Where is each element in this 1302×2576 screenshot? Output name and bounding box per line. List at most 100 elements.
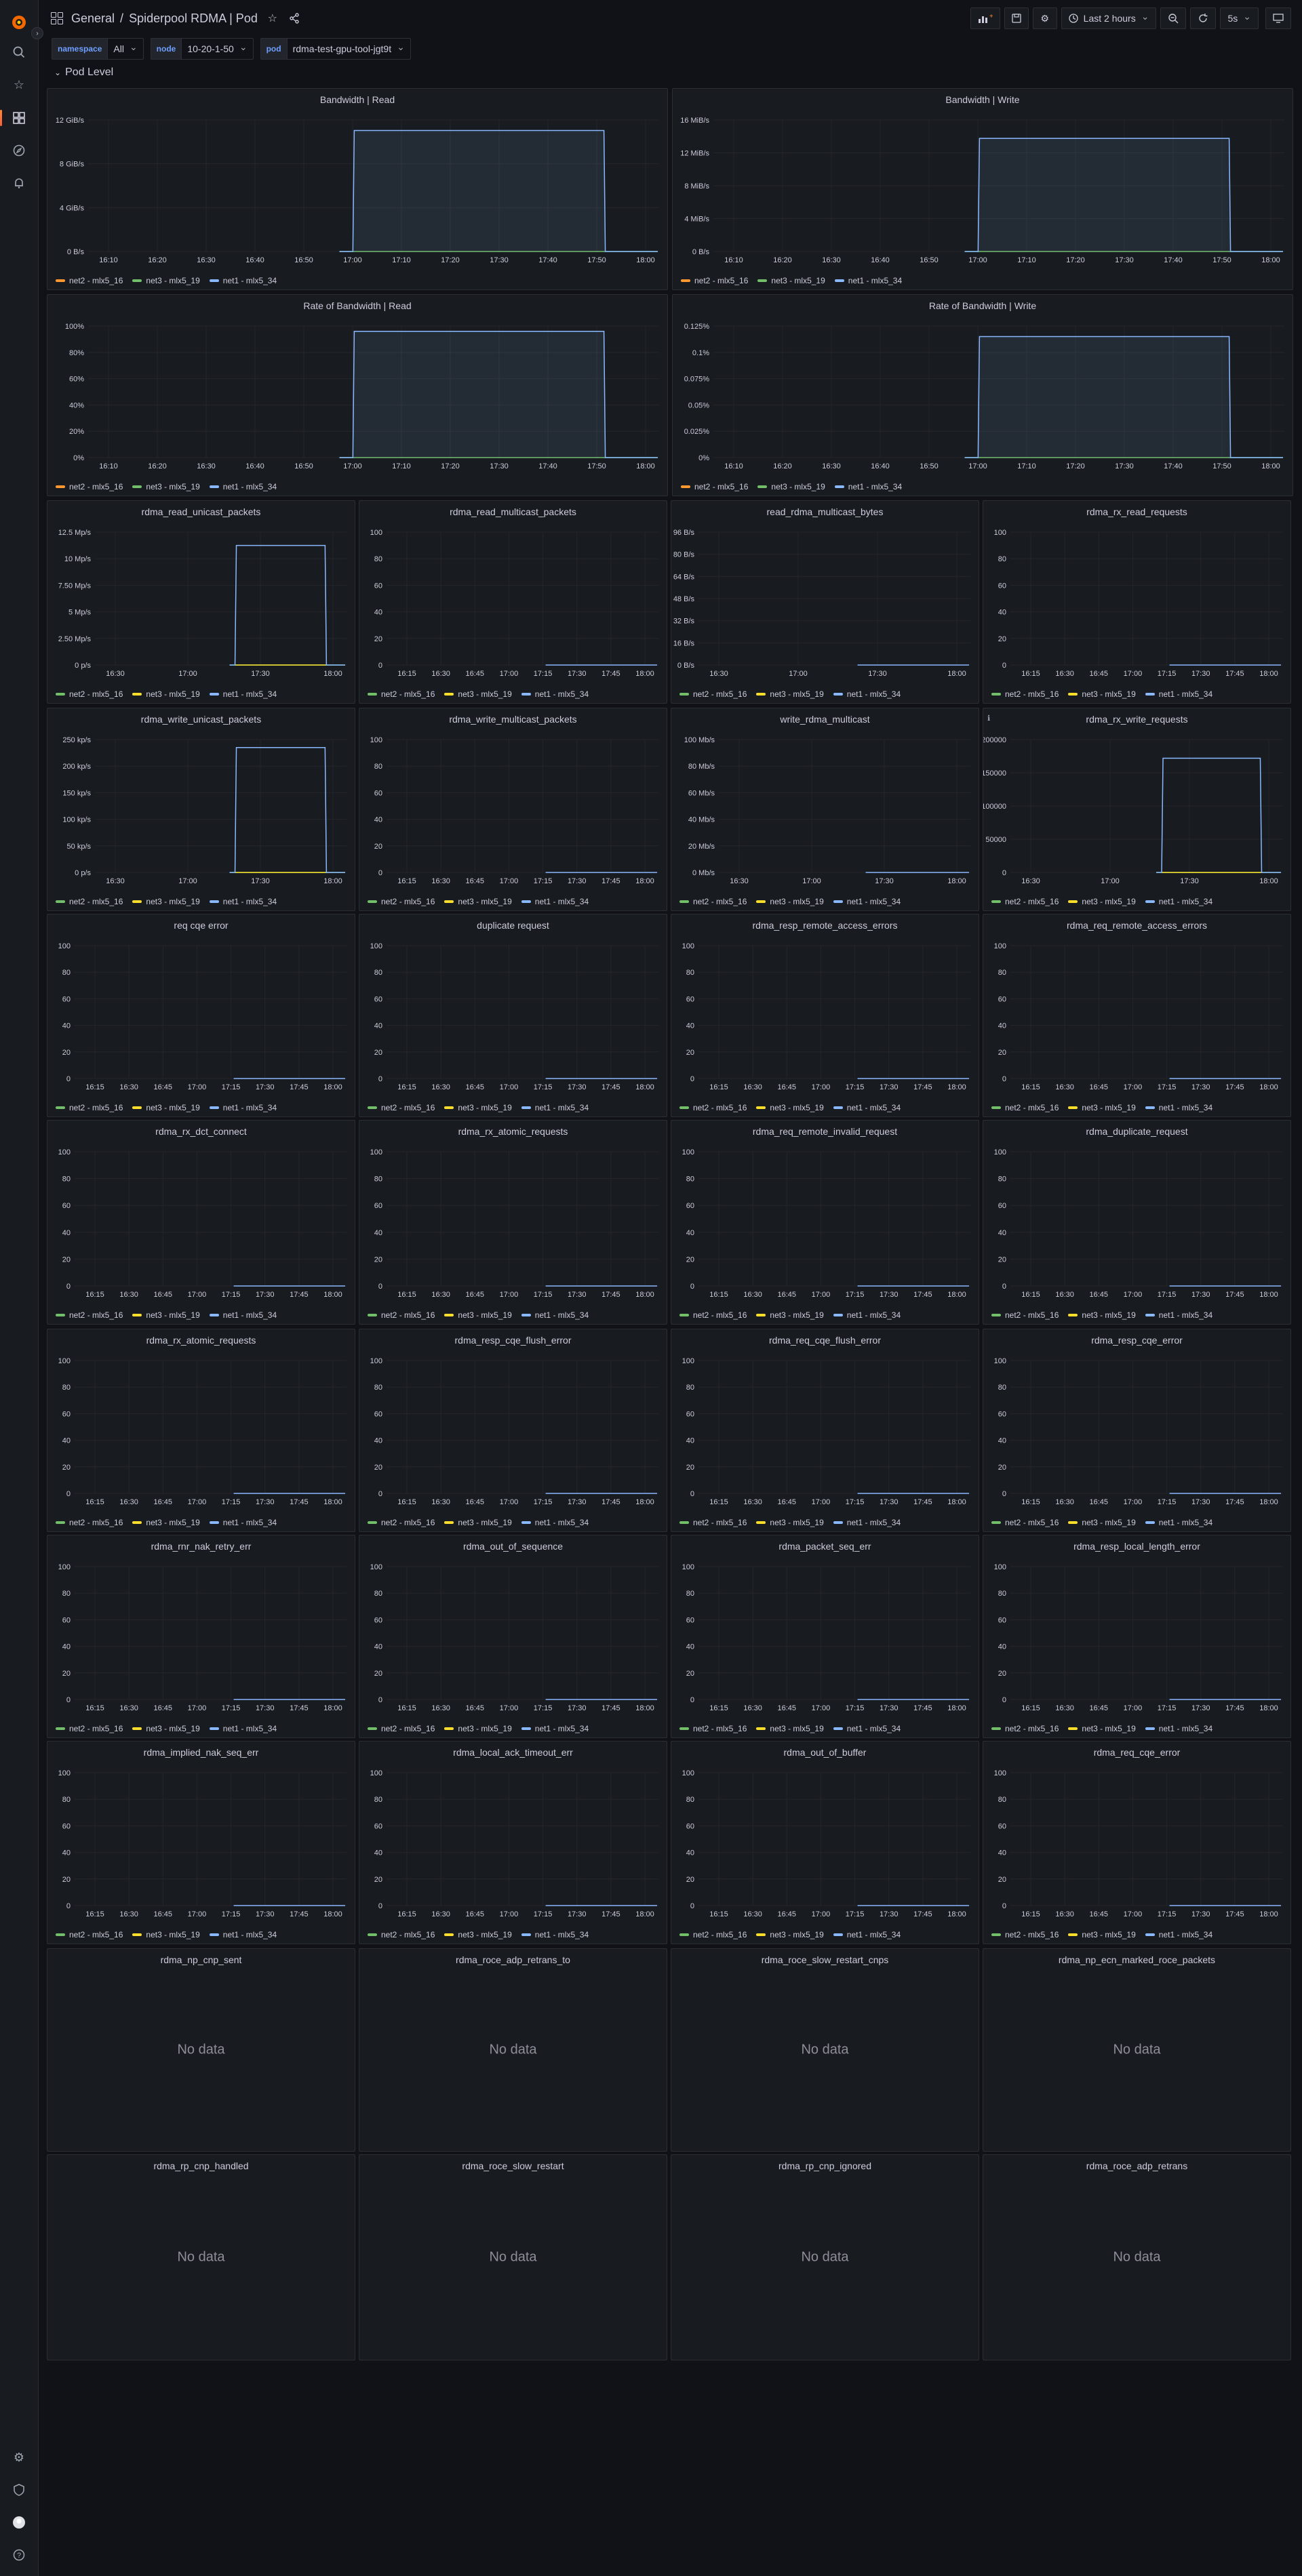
panel-title[interactable]: rdma_roce_adp_retrans_to bbox=[359, 1949, 667, 1971]
panel-39[interactable]: rdma_roce_adp_retrans No data bbox=[983, 2154, 1291, 2360]
legend-item[interactable]: net3 - mlx5_19 bbox=[1068, 1724, 1136, 1733]
legend-item[interactable]: net2 - mlx5_16 bbox=[991, 1724, 1059, 1733]
node-select[interactable]: 10-20-1-50 bbox=[182, 38, 254, 60]
legend-item[interactable]: net2 - mlx5_16 bbox=[681, 276, 748, 285]
panel-27[interactable]: rdma_resp_local_length_error 100 80 60 40 20 0… bbox=[983, 1535, 1291, 1738]
panel-24[interactable]: rdma_rnr_nak_retry_err 100 80 60 40 20 0 16:15 1… bbox=[47, 1535, 355, 1738]
legend-item[interactable]: net3 - mlx5_19 bbox=[756, 897, 824, 906]
panel-11[interactable]: rdma_rx_write_requests ℹ 200000 150000 10000… bbox=[983, 708, 1291, 911]
legend-item[interactable]: net2 - mlx5_16 bbox=[991, 689, 1059, 699]
legend-item[interactable]: net2 - mlx5_16 bbox=[679, 1103, 747, 1112]
save-dashboard-button[interactable] bbox=[1004, 7, 1029, 29]
legend-item[interactable]: net2 - mlx5_16 bbox=[56, 482, 123, 491]
legend-item[interactable]: net1 - mlx5_34 bbox=[833, 1103, 901, 1112]
legend-item[interactable]: net3 - mlx5_19 bbox=[132, 689, 200, 699]
legend-item[interactable]: net1 - mlx5_34 bbox=[209, 1930, 277, 1939]
legend-item[interactable]: net1 - mlx5_34 bbox=[521, 1930, 589, 1939]
legend-item[interactable]: net3 - mlx5_19 bbox=[444, 1103, 512, 1112]
legend-item[interactable]: net3 - mlx5_19 bbox=[1068, 1310, 1136, 1320]
legend-item[interactable]: net1 - mlx5_34 bbox=[209, 1724, 277, 1733]
server-admin-shield-icon[interactable] bbox=[12, 2482, 26, 2497]
legend-item[interactable]: net1 - mlx5_34 bbox=[1145, 897, 1212, 906]
panel-5[interactable]: rdma_read_multicast_packets 100 80 60 40 20 0 1… bbox=[359, 500, 667, 704]
legend-item[interactable]: net2 - mlx5_16 bbox=[368, 689, 435, 699]
legend-item[interactable]: net3 - mlx5_19 bbox=[132, 1724, 200, 1733]
legend-item[interactable]: net2 - mlx5_16 bbox=[56, 276, 123, 285]
panel-title[interactable]: rdma_roce_slow_restart bbox=[359, 2155, 667, 2177]
legend-item[interactable]: net3 - mlx5_19 bbox=[1068, 689, 1136, 699]
legend-item[interactable]: net3 - mlx5_19 bbox=[756, 1310, 824, 1320]
cycle-view-mode-button[interactable] bbox=[1265, 7, 1291, 29]
panel-17[interactable]: rdma_rx_atomic_requests 100 80 60 40 20 0 16:15… bbox=[359, 1120, 667, 1325]
panel-19[interactable]: rdma_duplicate_request 100 80 60 40 20 0 16:15 1… bbox=[983, 1120, 1291, 1325]
legend-item[interactable]: net2 - mlx5_16 bbox=[991, 1310, 1059, 1320]
legend-item[interactable]: net3 - mlx5_19 bbox=[132, 1103, 200, 1112]
panel-34[interactable]: rdma_roce_slow_restart_cnps No data bbox=[671, 1948, 979, 2152]
legend-item[interactable]: net1 - mlx5_34 bbox=[521, 897, 589, 906]
panel-14[interactable]: rdma_resp_remote_access_errors 100 80 60 40 2… bbox=[671, 914, 979, 1117]
panel-title[interactable]: rdma_roce_slow_restart_cnps bbox=[671, 1949, 979, 1971]
legend-item[interactable]: net3 - mlx5_19 bbox=[1068, 897, 1136, 906]
legend-item[interactable]: net3 - mlx5_19 bbox=[444, 897, 512, 906]
panel-16[interactable]: rdma_rx_dct_connect 100 80 60 40 20 0 16:15 16:3… bbox=[47, 1120, 355, 1325]
share-icon[interactable] bbox=[288, 12, 301, 25]
row-header[interactable]: ⌄ Pod Level bbox=[54, 66, 113, 79]
legend-item[interactable]: net3 - mlx5_19 bbox=[444, 1724, 512, 1733]
legend-item[interactable]: net1 - mlx5_34 bbox=[833, 1930, 901, 1939]
legend-item[interactable]: net2 - mlx5_16 bbox=[991, 897, 1059, 906]
legend-item[interactable]: net1 - mlx5_34 bbox=[209, 1310, 277, 1320]
legend-item[interactable]: net2 - mlx5_16 bbox=[679, 689, 747, 699]
panel-36[interactable]: rdma_rp_cnp_handled No data bbox=[47, 2154, 355, 2360]
legend-item[interactable]: net1 - mlx5_34 bbox=[209, 276, 277, 285]
legend-item[interactable]: net3 - mlx5_19 bbox=[132, 276, 200, 285]
panel-32[interactable]: rdma_np_cnp_sent No data bbox=[47, 1948, 355, 2152]
legend-item[interactable]: net2 - mlx5_16 bbox=[56, 1310, 123, 1320]
legend-item[interactable]: net1 - mlx5_34 bbox=[521, 1103, 589, 1112]
panel-29[interactable]: rdma_local_ack_timeout_err 100 80 60 40 20 0 16… bbox=[359, 1741, 667, 1944]
legend-item[interactable]: net1 - mlx5_34 bbox=[521, 1724, 589, 1733]
legend-item[interactable]: net2 - mlx5_16 bbox=[681, 482, 748, 491]
alerting-icon[interactable] bbox=[12, 176, 26, 190]
legend-item[interactable]: net3 - mlx5_19 bbox=[444, 1930, 512, 1939]
legend-item[interactable]: net3 - mlx5_19 bbox=[757, 482, 825, 491]
panel-title[interactable]: rdma_np_cnp_sent bbox=[47, 1949, 355, 1971]
legend-item[interactable]: net3 - mlx5_19 bbox=[444, 1310, 512, 1320]
panel-2[interactable]: Rate of Bandwidth | Read 100% 80% 60% 40% 20%… bbox=[47, 294, 668, 496]
legend-item[interactable]: net2 - mlx5_16 bbox=[56, 1518, 123, 1527]
legend-item[interactable]: net2 - mlx5_16 bbox=[991, 1930, 1059, 1939]
legend-item[interactable]: net2 - mlx5_16 bbox=[368, 1518, 435, 1527]
panel-35[interactable]: rdma_np_ecn_marked_roce_packets No data bbox=[983, 1948, 1291, 2152]
legend-item[interactable]: net2 - mlx5_16 bbox=[679, 897, 747, 906]
legend-item[interactable]: net3 - mlx5_19 bbox=[756, 1518, 824, 1527]
explore-icon[interactable] bbox=[12, 143, 26, 158]
grafana-logo-icon[interactable] bbox=[9, 9, 28, 35]
namespace-select[interactable]: All bbox=[108, 38, 144, 60]
legend-item[interactable]: net3 - mlx5_19 bbox=[756, 689, 824, 699]
panel-title[interactable]: rdma_rp_cnp_handled bbox=[47, 2155, 355, 2177]
legend-item[interactable]: net1 - mlx5_34 bbox=[834, 276, 902, 285]
user-avatar[interactable] bbox=[12, 2515, 26, 2530]
panel-31[interactable]: rdma_req_cqe_error 100 80 60 40 20 0 16:15 16:30… bbox=[983, 1741, 1291, 1944]
panel-21[interactable]: rdma_resp_cqe_flush_error 100 80 60 40 20 0 16:… bbox=[359, 1329, 667, 1532]
legend-item[interactable]: net2 - mlx5_16 bbox=[991, 1518, 1059, 1527]
legend-item[interactable]: net1 - mlx5_34 bbox=[1145, 1103, 1212, 1112]
panel-0[interactable]: Bandwidth | Read 12 GiB/s 8 GiB/s 4 GiB/s 0 … bbox=[47, 88, 668, 290]
legend-item[interactable]: net2 - mlx5_16 bbox=[368, 1930, 435, 1939]
time-range-picker[interactable]: Last 2 hours bbox=[1061, 7, 1157, 29]
panel-3[interactable]: Rate of Bandwidth | Write 0.125% 0.1% 0.075… bbox=[672, 294, 1293, 496]
panel-26[interactable]: rdma_packet_seq_err 100 80 60 40 20 0 16:15 16:3… bbox=[671, 1535, 979, 1738]
refresh-interval-picker[interactable]: 5s bbox=[1220, 7, 1259, 29]
legend-item[interactable]: net2 - mlx5_16 bbox=[368, 1103, 435, 1112]
starred-icon[interactable]: ☆ bbox=[12, 77, 26, 92]
panel-20[interactable]: rdma_rx_atomic_requests 100 80 60 40 20 0 16:15… bbox=[47, 1329, 355, 1532]
legend-item[interactable]: net3 - mlx5_19 bbox=[132, 1930, 200, 1939]
dock-menu-toggle-icon[interactable]: › bbox=[31, 27, 43, 39]
legend-item[interactable]: net3 - mlx5_19 bbox=[132, 1310, 200, 1320]
legend-item[interactable]: net2 - mlx5_16 bbox=[679, 1518, 747, 1527]
legend-item[interactable]: net1 - mlx5_34 bbox=[209, 482, 277, 491]
panel-38[interactable]: rdma_rp_cnp_ignored No data bbox=[671, 2154, 979, 2360]
refresh-button[interactable] bbox=[1190, 7, 1217, 29]
legend-item[interactable]: net1 - mlx5_34 bbox=[209, 897, 277, 906]
panel-10[interactable]: write_rdma_multicast 100 Mb/s 80 Mb/s 60 Mb… bbox=[671, 708, 979, 911]
help-icon[interactable]: ? bbox=[12, 2548, 26, 2562]
